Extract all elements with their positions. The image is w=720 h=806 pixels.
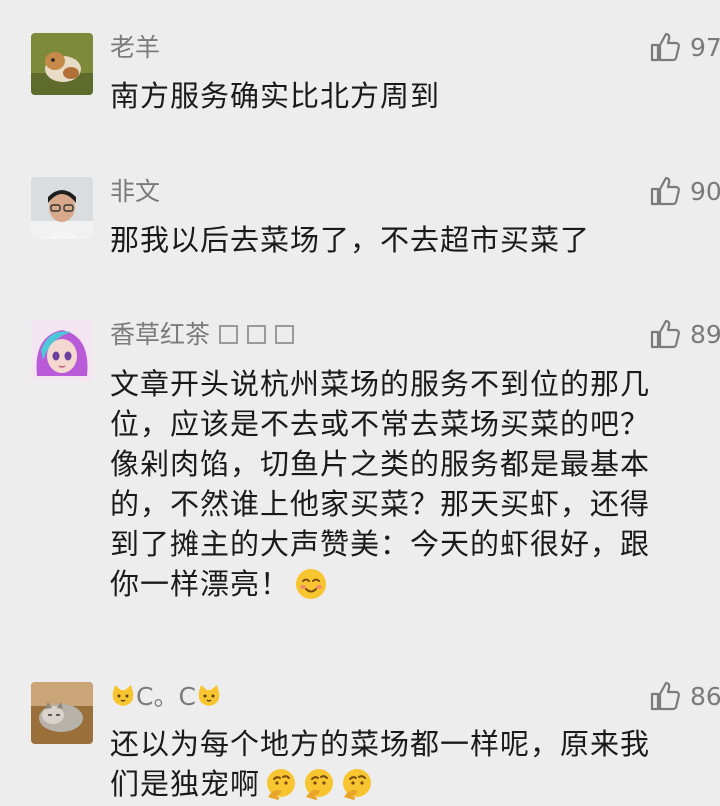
comment-text-line: 位，应该是不去或不常去菜场买菜的吧？ (110, 407, 651, 441)
missing-glyph-box-icon (247, 325, 267, 344)
cat-face-emoji (112, 685, 134, 706)
blushing-smile-emoji (296, 569, 327, 599)
comment-text-line-with-emoji: 们是独宠啊 (110, 764, 710, 804)
like-button[interactable]: 89 (648, 317, 720, 351)
comment-author-name[interactable]: 非文 (110, 177, 160, 207)
like-count: 90 (690, 176, 720, 206)
like-button[interactable]: 86 (648, 679, 720, 713)
comment-text: 文章开头说杭州菜场的服务不到位的那几 位，应该是不去或不常去菜场买菜的吧？ 像剁… (110, 364, 710, 604)
comment-text-line: 你一样漂亮！ (110, 567, 291, 601)
comment-author-name[interactable]: 老羊 (110, 33, 160, 63)
author-name-text: 香草红茶 (110, 320, 211, 349)
comment-author-name[interactable]: 香草红茶 (110, 320, 295, 350)
like-count: 86 (690, 681, 720, 711)
comment-text-line: 的，不然谁上他家买菜？那天买虾，还得 (110, 487, 651, 521)
thumbs-up-icon[interactable] (648, 317, 682, 351)
like-button[interactable]: 90 (648, 174, 720, 208)
missing-glyph-box-icon (275, 325, 295, 344)
like-count: 97 (690, 32, 720, 62)
anime-girl-avatar[interactable] (31, 320, 93, 382)
dog-photo-avatar[interactable] (31, 33, 93, 95)
comment-text-line-with-emoji: 你一样漂亮！ (110, 564, 710, 604)
missing-glyph-box-icon (219, 325, 239, 344)
comment-author-name[interactable]: C。C (110, 682, 222, 712)
comment-text-line: 们是独宠啊 (110, 767, 261, 801)
thinking-face-emoji (305, 769, 334, 800)
thinking-face-emoji (343, 769, 372, 800)
like-count: 89 (690, 319, 720, 349)
cat-photo-avatar[interactable] (31, 682, 93, 744)
comment-text: 那我以后去菜场了，不去超市买菜了 (110, 223, 591, 257)
thumbs-up-icon[interactable] (648, 174, 682, 208)
thinking-face-emoji (267, 769, 296, 800)
comment-text: 还以为每个地方的菜场都一样呢，原来我 们是独宠啊 (110, 724, 710, 804)
thumbs-up-icon[interactable] (648, 30, 682, 64)
comment-text: 南方服务确实比北方周到 (110, 79, 441, 113)
cat-face-emoji (198, 685, 220, 706)
comment-text-line: 还以为每个地方的菜场都一样呢，原来我 (110, 727, 651, 761)
comment-text-line: 文章开头说杭州菜场的服务不到位的那几 (110, 367, 651, 401)
author-name-text: C。C (136, 682, 196, 711)
person-photo-avatar[interactable] (31, 177, 93, 239)
thumbs-up-icon[interactable] (648, 679, 682, 713)
comment-text-line: 到了摊主的大声赞美：今天的虾很好，跟 (110, 527, 651, 561)
like-button[interactable]: 97 (648, 30, 720, 64)
comment-text-line: 像剁肉馅，切鱼片之类的服务都是最基本 (110, 447, 651, 481)
